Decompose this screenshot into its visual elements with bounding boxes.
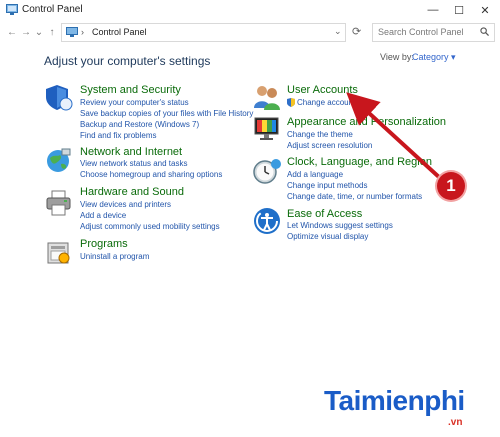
brand-watermark: Taimienphi <box>324 385 465 416</box>
brand-watermark-tld: .vn <box>448 417 463 428</box>
control-panel-window: Control Panel — ☐ ✕ ← → ⌄ ↑ › Control Pa… <box>0 0 500 437</box>
annotation-number-badge: 1 <box>437 172 465 200</box>
annotation-arrow-icon <box>346 92 442 180</box>
